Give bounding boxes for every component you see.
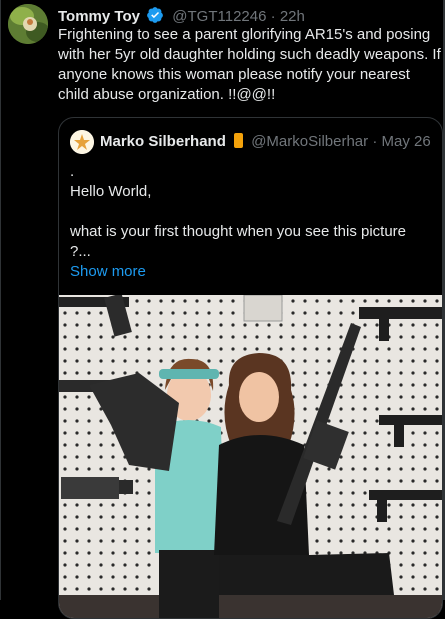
quoted-line: Hello World, xyxy=(70,183,152,200)
affiliate-badge-icon xyxy=(234,133,244,148)
quoted-author-handle[interactable]: @MarkoSilberhar xyxy=(251,133,368,150)
quoted-tweet[interactable]: Marko Silberhand @MarkoSilberhar · May 2… xyxy=(58,117,443,619)
quoted-line: what is your first thought when you see … xyxy=(70,223,407,240)
quoted-line xyxy=(70,202,430,222)
quoted-line: . xyxy=(70,163,75,180)
header-separator: · xyxy=(270,8,276,25)
quoted-author-name[interactable]: Marko Silberhand xyxy=(100,133,226,150)
quoted-photo[interactable] xyxy=(59,295,442,618)
author-handle[interactable]: @TGT112246 xyxy=(172,8,266,25)
tweet-timestamp[interactable]: 22h xyxy=(280,8,305,25)
quoted-text: . Hello World, what is your first though… xyxy=(70,162,430,282)
tweet-text: Frightening to see a parent glorifying A… xyxy=(58,26,441,103)
avatar-image xyxy=(8,4,48,44)
quoted-avatar-image xyxy=(70,130,94,154)
photo-graphic xyxy=(59,295,442,618)
author-name[interactable]: Tommy Toy xyxy=(58,8,140,25)
quoted-line: ?... xyxy=(70,243,91,260)
author-avatar[interactable] xyxy=(8,4,48,44)
left-divider xyxy=(0,0,1,600)
quoted-date[interactable]: May 26 xyxy=(381,133,430,150)
quoted-author-avatar[interactable] xyxy=(70,130,94,154)
quoted-header: Marko Silberhand @MarkoSilberhar · May 2… xyxy=(100,133,431,150)
quoted-separator: · xyxy=(372,133,378,150)
show-more-link[interactable]: Show more xyxy=(70,262,430,282)
